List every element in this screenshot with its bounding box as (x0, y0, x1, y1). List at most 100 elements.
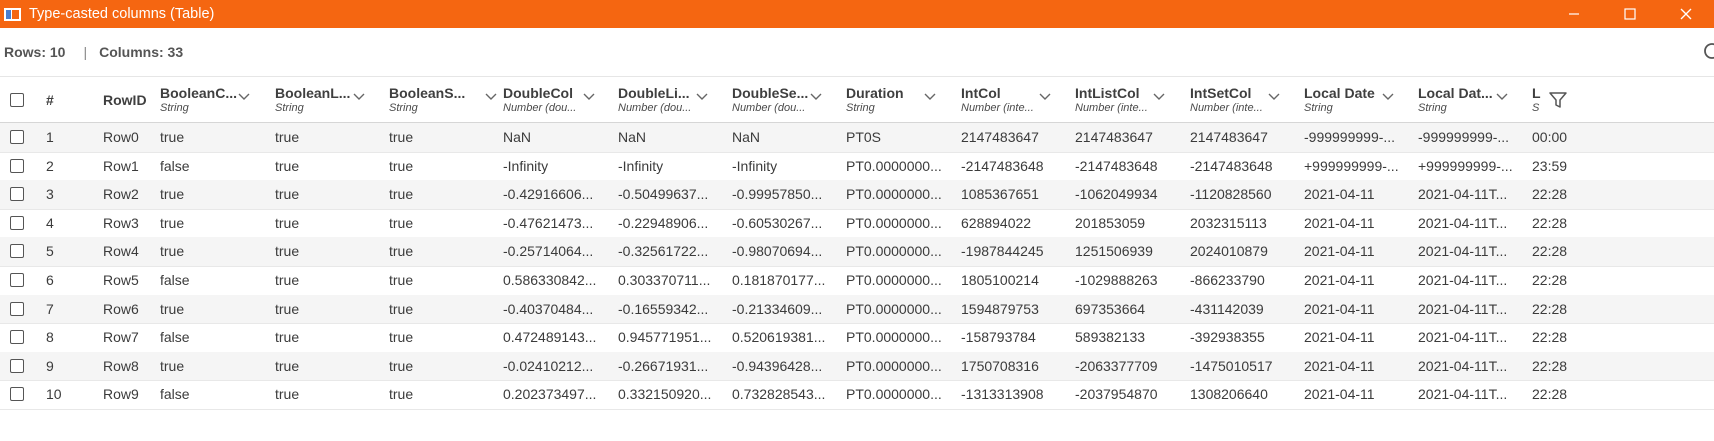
row-checkbox[interactable] (10, 244, 24, 259)
info-separator: | (83, 44, 88, 60)
table-cell: -Infinity (732, 157, 778, 174)
select-all-checkbox[interactable] (10, 93, 24, 107)
table-row[interactable]: 3 Row2 true true true -0.42916606... -0.504996… (0, 180, 1714, 210)
table-cell: 201853059 (1075, 214, 1146, 231)
filter-icon (1549, 92, 1567, 108)
row-checkbox[interactable] (10, 187, 24, 202)
column-type: S (1532, 102, 1540, 114)
row-index: 4 (46, 214, 54, 231)
rowid-header-label: RowID (103, 92, 147, 108)
table-row[interactable]: 9 Row8 true true true -0.02410212... -0.266719… (0, 351, 1714, 382)
row-index: 7 (46, 300, 54, 317)
column-name: BooleanC... (160, 85, 238, 101)
row-checkbox[interactable] (10, 301, 24, 316)
table-cell: 2021-04-11T... (1418, 186, 1508, 203)
table-cell: true (275, 300, 300, 317)
table-cell: -2037954870 (1075, 386, 1158, 403)
maximize-button[interactable] (1602, 0, 1658, 28)
table-cell: false (160, 386, 190, 403)
table-cell: 2021-04-11 (1304, 272, 1375, 288)
index-header-label: # (46, 92, 54, 108)
columns-count: Columns: 33 (99, 44, 184, 60)
table-cell: 1251506939 (1075, 243, 1153, 260)
table-cell: true (389, 129, 414, 145)
search-button[interactable] (1702, 41, 1714, 65)
table-cell: -866233790 (1190, 272, 1265, 288)
table-row[interactable]: 5 Row4 true true true -0.25714064... -0.325617… (0, 237, 1714, 267)
table-cell: true (160, 129, 185, 145)
table-cell: -431142039 (1190, 300, 1264, 317)
table-cell: 00:00 (1532, 129, 1568, 145)
table-cell: 0.586330842... (503, 272, 597, 288)
row-id: Row9 (103, 386, 139, 403)
row-checkbox[interactable] (10, 130, 24, 144)
table-cell: NaN (503, 129, 532, 145)
table-cell: -158793784 (961, 329, 1036, 346)
table-cell: 1750708316 (961, 357, 1039, 374)
table-cell: 0.303370711... (618, 272, 711, 288)
column-name: Local Dat... (1418, 85, 1493, 101)
column-name: BooleanS... (389, 85, 466, 101)
minimize-button[interactable] (1546, 0, 1602, 28)
close-button[interactable] (1658, 0, 1714, 28)
table-cell: 697353664 (1075, 300, 1146, 317)
table-cell: 2024010879 (1190, 243, 1268, 260)
row-checkbox[interactable] (10, 330, 24, 345)
row-checkbox[interactable] (10, 158, 24, 173)
table-cell: 2021-04-11 (1304, 357, 1375, 374)
table-cell: true (275, 357, 300, 374)
row-checkbox[interactable] (10, 387, 24, 402)
row-checkbox[interactable] (10, 358, 24, 373)
title-bar: Type-casted columns (Table) (0, 0, 1714, 28)
rows-count: Rows: 10 (4, 44, 66, 60)
column-name: L (1532, 85, 1541, 101)
table-cell: true (389, 243, 414, 260)
row-index: 1 (46, 129, 54, 145)
table-cell: 22:28 (1532, 300, 1568, 317)
table-cell: -0.40370484... (503, 300, 594, 317)
table-row[interactable]: 6 Row5 false true true 0.586330842... 0.303370… (0, 266, 1714, 296)
table-cell: -Infinity (503, 157, 549, 174)
table-cell: true (389, 272, 414, 288)
table-cell: 1594879753 (961, 300, 1039, 317)
filter-button[interactable] (1548, 91, 1568, 109)
table-cell: 2021-04-11T... (1418, 357, 1508, 374)
table-cell: 628894022 (961, 214, 1032, 231)
table-row[interactable]: 7 Row6 true true true -0.40370484... -0.165593… (0, 294, 1714, 325)
chevron-down-icon (353, 93, 365, 100)
table-cell: -0.47621473... (503, 214, 594, 231)
table-cell: 0.181870177... (732, 272, 826, 288)
table-cell: -Infinity (618, 157, 664, 174)
chevron-down-icon (1382, 93, 1394, 100)
column-name: BooleanL... (275, 85, 351, 101)
table-cell: -0.26671931... (618, 357, 709, 374)
row-index: 9 (46, 357, 54, 374)
table-cell: 22:28 (1532, 186, 1568, 203)
table-row[interactable]: 1 Row0 true true true NaN NaN NaN PT0S 2147483647… (0, 123, 1714, 153)
table-cell: 2021-04-11 (1304, 386, 1375, 403)
table-info-bar: Rows: 10 | Columns: 33 (0, 28, 1714, 77)
row-id: Row7 (103, 329, 139, 346)
column-type: String (160, 102, 189, 114)
table-cell: true (275, 214, 300, 231)
table-cell: true (160, 243, 185, 260)
table-cell: 22:28 (1532, 329, 1568, 346)
row-checkbox[interactable] (10, 215, 24, 230)
table-cell: 2021-04-11T... (1418, 214, 1508, 231)
table-cell: 2021-04-11T... (1418, 272, 1508, 288)
table-cell: -392938355 (1190, 329, 1265, 346)
row-checkbox[interactable] (10, 273, 24, 287)
table-cell: -0.32561722... (618, 243, 709, 260)
table-cell: true (275, 329, 300, 346)
table-cell: PT0.0000000... (846, 357, 942, 374)
table-cell: 2021-04-11T... (1418, 243, 1508, 260)
chevron-down-icon (1039, 93, 1051, 100)
table-row[interactable]: 10 Row9 false true true 0.202373497... 0.33215… (0, 380, 1714, 410)
table-cell: 22:28 (1532, 272, 1568, 288)
table-row[interactable]: 4 Row3 true true true -0.47621473... -0.229489… (0, 209, 1714, 239)
data-table: # RowID BooleanC... String BooleanL... Stri… (0, 77, 1714, 441)
table-cell: -0.94396428... (732, 357, 823, 374)
table-row[interactable]: 2 Row1 false true true -Infinity -Infinity -Inf… (0, 152, 1714, 182)
column-type: Number (inte... (961, 102, 1034, 114)
table-row[interactable]: 8 Row7 false true true 0.472489143... 0.945771… (0, 323, 1714, 353)
